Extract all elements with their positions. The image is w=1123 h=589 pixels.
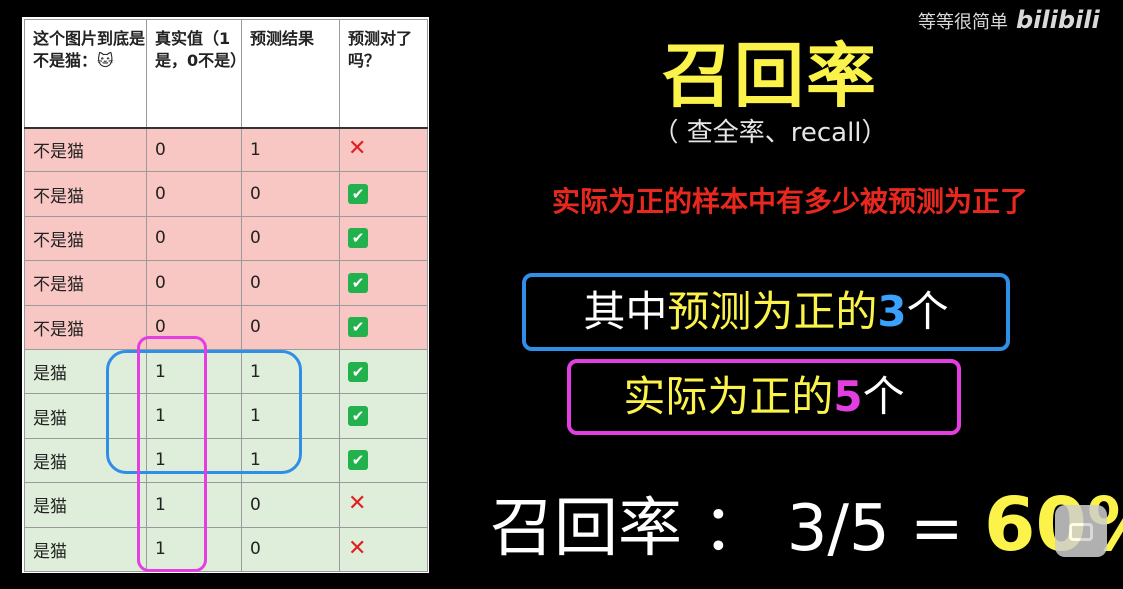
cell-label: 不是猫 — [24, 304, 147, 350]
cell-correct: ✔ — [339, 171, 428, 217]
table-row: 是猫 1 0 ✕ — [24, 526, 428, 572]
table-row: 不是猫 0 1 ✕ — [24, 126, 428, 173]
check-icon: ✔ — [348, 450, 368, 471]
bilibili-logo: bilibili — [1016, 6, 1100, 34]
channel-watermark: 等等很简单 bilibili — [918, 6, 1100, 37]
cell-label: 是猫 — [24, 526, 147, 572]
cell-label: 不是猫 — [24, 215, 147, 262]
cross-icon: ✕ — [348, 535, 367, 561]
table-row: 不是猫 0 0 ✔ — [24, 260, 428, 306]
predicted-middle: 预测为正的 — [667, 287, 878, 336]
check-icon: ✔ — [348, 406, 368, 427]
cell-actual: 0 — [146, 171, 242, 217]
cell-predicted: 0 — [241, 482, 340, 528]
tv-logo-icon — [1055, 505, 1107, 557]
table-row: 是猫 1 0 ✕ — [24, 482, 428, 528]
table-row: 不是猫 0 0 ✔ — [24, 171, 428, 217]
cell-actual: 0 — [146, 215, 242, 262]
cell-actual: 0 — [146, 260, 242, 306]
cell-predicted: 0 — [241, 171, 340, 217]
actual-suffix: 个 — [862, 372, 905, 421]
formula-colon: ： — [702, 492, 767, 566]
check-icon: ✔ — [348, 272, 368, 293]
cat-prediction-table-panel: 这个图片到底是不是猫：🐱 真实值（1是，0不是） 预测结果 预测对了吗？ 不是猫… — [22, 17, 429, 573]
cell-correct: ✕ — [339, 526, 428, 572]
actual-count: 5 — [833, 372, 863, 421]
cell-correct: ✕ — [339, 126, 428, 173]
cell-predicted: 0 — [241, 260, 340, 306]
predicted-prefix: 其中 — [583, 287, 668, 336]
actual-positive-highlight — [137, 336, 207, 572]
actual-positive-box: 实际为正的5个 — [567, 359, 961, 435]
page-subtitle: （ 查全率、recall） — [652, 118, 888, 148]
check-icon: ✔ — [348, 228, 368, 249]
header-predicted: 预测结果 — [241, 19, 340, 129]
check-icon: ✔ — [348, 184, 368, 205]
cat-prediction-table: 这个图片到底是不是猫：🐱 真实值（1是，0不是） 预测结果 预测对了吗？ 不是猫… — [24, 19, 428, 572]
page-title: 召回率 — [662, 35, 878, 117]
predicted-positive-box: 其中预测为正的3个 — [522, 273, 1010, 351]
table-row: 不是猫 0 0 ✔ — [24, 215, 428, 262]
check-icon: ✔ — [348, 317, 368, 338]
cell-correct: ✕ — [339, 482, 428, 528]
cell-correct: ✔ — [339, 348, 428, 395]
predicted-count: 3 — [877, 287, 907, 336]
cell-correct: ✔ — [339, 215, 428, 262]
cross-icon: ✕ — [348, 136, 367, 162]
cell-predicted: 0 — [241, 526, 340, 572]
formula-label: 召回率 — [490, 492, 682, 566]
check-icon: ✔ — [348, 361, 368, 382]
header-correct: 预测对了吗？ — [339, 19, 428, 129]
header-actual: 真实值（1是，0不是） — [146, 19, 246, 129]
table-header-row: 这个图片到底是不是猫：🐱 真实值（1是，0不是） 预测结果 预测对了吗？ — [24, 19, 428, 129]
cell-label: 不是猫 — [24, 126, 147, 173]
cell-predicted: 1 — [241, 126, 340, 173]
table-row: 不是猫 0 0 ✔ — [24, 304, 428, 350]
cell-label: 是猫 — [24, 482, 147, 528]
recall-formula: 召回率 ： 3/5 = 60% — [490, 480, 1123, 574]
formula-expression: 3/5 = — [786, 492, 964, 566]
cell-correct: ✔ — [339, 260, 428, 306]
cell-predicted: 0 — [241, 304, 340, 350]
cell-label: 不是猫 — [24, 260, 147, 306]
cell-label: 不是猫 — [24, 171, 147, 217]
recall-definition: 实际为正的样本中有多少被预测为正了 — [551, 185, 1028, 218]
cell-correct: ✔ — [339, 437, 428, 484]
header-is-cat: 这个图片到底是不是猫：🐱 — [24, 19, 147, 129]
actual-middle: 实际为正的 — [623, 372, 834, 421]
cell-actual: 0 — [146, 126, 242, 173]
cell-correct: ✔ — [339, 393, 428, 439]
cell-correct: ✔ — [339, 304, 428, 350]
cell-predicted: 0 — [241, 215, 340, 262]
predicted-suffix: 个 — [906, 287, 949, 336]
channel-name: 等等很简单 — [918, 12, 1008, 33]
cross-icon: ✕ — [348, 491, 367, 517]
